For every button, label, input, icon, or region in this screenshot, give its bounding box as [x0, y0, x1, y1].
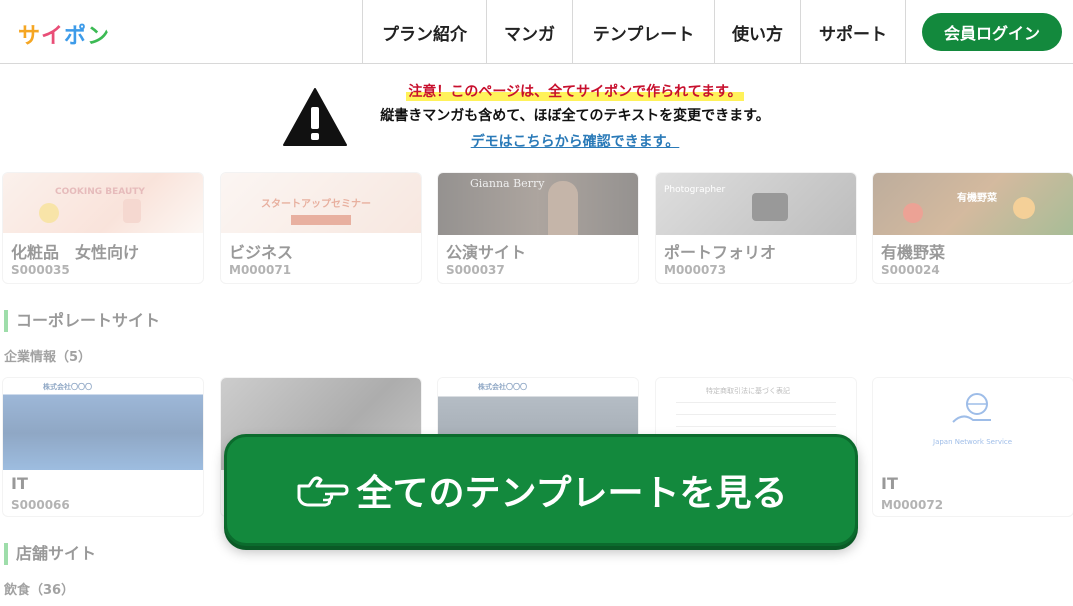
card-code: M000071	[229, 263, 292, 277]
card-code: S000024	[881, 263, 940, 277]
thumbnail-text: 特定商取引法に基づく表記	[706, 387, 790, 395]
thumbnail-text: 株式会社〇〇〇	[43, 383, 92, 391]
template-thumbnail: Japan Network Service	[873, 378, 1073, 470]
nav-manga[interactable]: マンガ	[486, 0, 572, 64]
section-heading-corporate: コーポレートサイト	[4, 310, 160, 332]
template-thumbnail: COOKING BEAUTY	[3, 173, 203, 233]
demo-link[interactable]: デモはこちらから確認できます。	[471, 131, 680, 151]
divider	[676, 402, 836, 403]
notice-banner: 注意！このページは、全てサイポンで作られてます。 縦書きマンガも含めて、ほぼ全て…	[0, 65, 1073, 177]
thumbnail-text: スタートアップセミナー	[261, 199, 371, 210]
pointing-hand-icon	[297, 476, 349, 507]
section-heading-shop: 店舗サイト	[4, 543, 96, 565]
template-thumbnail: 株式会社〇〇〇	[3, 378, 203, 470]
logo-char: サ	[18, 24, 42, 49]
logo-char: ン	[87, 24, 111, 49]
site-header: サイポン プラン紹介 マンガ テンプレート 使い方 サポート 会員ログイン	[0, 0, 1073, 64]
card-code: M000073	[664, 263, 727, 277]
nav-howto[interactable]: 使い方	[714, 0, 800, 64]
notice-lines: 注意！このページは、全てサイポンで作られてます。 縦書きマンガも含めて、ほぼ全て…	[350, 81, 800, 151]
thumbnail-text: 株式会社〇〇〇	[478, 383, 527, 391]
template-card[interactable]: 株式会社〇〇〇 IT S000066	[2, 377, 204, 517]
card-code: S000035	[11, 263, 70, 277]
camera-shape	[752, 193, 788, 221]
warning-icon	[283, 88, 347, 146]
product-shape	[123, 199, 141, 223]
template-thumbnail: Photographer	[656, 173, 856, 235]
category-food[interactable]: 飲食（36）	[4, 579, 74, 598]
vegetable-shape	[1013, 197, 1035, 219]
template-thumbnail: Gianna Berry	[438, 173, 638, 235]
card-code: M000072	[881, 498, 944, 512]
product-shape	[39, 203, 59, 223]
card-code: S000066	[11, 498, 70, 512]
thumbnail-text: 有機野菜	[957, 193, 997, 204]
cta-label: 全てのテンプレートを見る	[356, 473, 788, 514]
card-title: IT	[881, 474, 898, 493]
main-nav: プラン紹介 マンガ テンプレート 使い方 サポート	[362, 0, 906, 64]
thumbnail-text: Photographer	[664, 185, 726, 195]
view-all-templates-button[interactable]: 全てのテンプレートを見る	[224, 434, 858, 546]
card-title: 有機野菜	[881, 243, 946, 262]
card-title: IT	[11, 474, 28, 493]
globe-icon	[952, 393, 991, 423]
logo-char: ポ	[64, 24, 88, 49]
category-company-info[interactable]: 企業情報（5）	[4, 346, 91, 365]
card-title: 公演サイト	[446, 243, 527, 262]
card-title: ビジネス	[229, 243, 294, 262]
nav-support[interactable]: サポート	[800, 0, 906, 64]
logo-char: イ	[41, 24, 65, 49]
member-login-button[interactable]: 会員ログイン	[922, 13, 1062, 51]
notice-text: 縦書きマンガも含めて、ほぼ全てのテキストを変更できます。	[380, 108, 770, 124]
template-card[interactable]: Japan Network Service IT M000072	[872, 377, 1073, 517]
divider	[676, 426, 836, 427]
thumbnail-button	[291, 215, 351, 225]
template-card[interactable]: COOKING BEAUTY 化粧品 女性向け S000035	[2, 172, 204, 284]
thumbnail-text: Gianna Berry	[470, 177, 545, 190]
template-thumbnail: スタートアップセミナー	[221, 173, 421, 233]
template-card[interactable]: スタートアップセミナー ビジネス M000071	[220, 172, 422, 284]
card-code: S000037	[446, 263, 505, 277]
performer-shape	[548, 181, 578, 235]
logo[interactable]: サイポン	[18, 18, 110, 50]
divider	[676, 414, 836, 415]
template-card[interactable]: Photographer ポートフォリオ M000073	[655, 172, 857, 284]
thumbnail-text: COOKING BEAUTY	[55, 187, 145, 197]
card-title: 化粧品 女性向け	[11, 243, 140, 262]
nav-template[interactable]: テンプレート	[572, 0, 714, 64]
template-card[interactable]: 有機野菜 有機野菜 S000024	[872, 172, 1073, 284]
vegetable-shape	[903, 203, 923, 223]
thumbnail-text: Japan Network Service	[933, 438, 1013, 446]
notice-warning: 注意！このページは、全てサイポンで作られてます。	[406, 81, 744, 101]
template-thumbnail: 有機野菜	[873, 173, 1073, 235]
template-card[interactable]: Gianna Berry 公演サイト S000037	[437, 172, 639, 284]
card-title: ポートフォリオ	[664, 243, 777, 262]
nav-plan[interactable]: プラン紹介	[362, 0, 486, 64]
